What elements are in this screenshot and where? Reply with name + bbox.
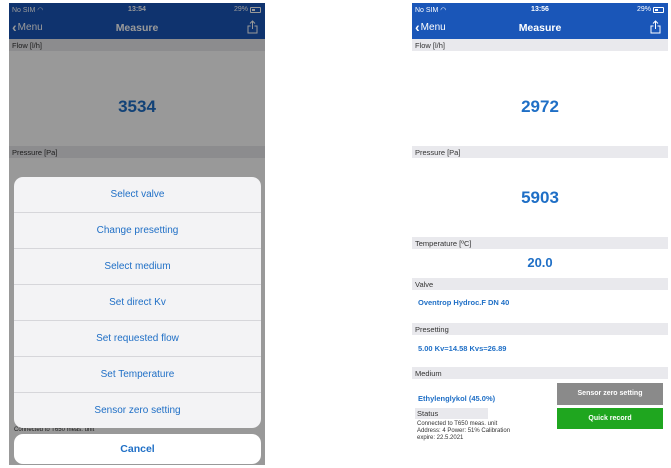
flow-label: Flow [l/h] xyxy=(412,39,668,51)
clock: 13:56 xyxy=(531,6,549,13)
phone-left: No SIM ◠ 13:54 29% ‹ Menu Measure Flow [l… xyxy=(9,3,265,465)
battery-icon xyxy=(653,6,664,13)
medium-value[interactable]: Ethylenglykol (45.0%) xyxy=(418,394,495,403)
sheet-change-presetting[interactable]: Change presetting xyxy=(14,213,261,249)
presetting-value[interactable]: 5.00 Kv=14.58 Kvs=26.89 xyxy=(418,344,506,353)
action-sheet: Select valve Change presetting Select me… xyxy=(14,177,261,428)
phone-right: No SIM ◠ 13:56 29% ‹ Menu Measure Flow [l… xyxy=(412,3,668,465)
pressure-label: Pressure [Pa] xyxy=(412,146,668,158)
sheet-select-valve[interactable]: Select valve xyxy=(14,177,261,213)
temperature-label: Temperature [ºC] xyxy=(412,237,668,249)
status-label: Status xyxy=(415,408,488,419)
sheet-set-direct-kv[interactable]: Set direct Kv xyxy=(14,285,261,321)
sheet-set-temperature[interactable]: Set Temperature xyxy=(14,357,261,393)
quick-record-button[interactable]: Quick record xyxy=(557,408,663,429)
nav-bar: ‹ Menu Measure xyxy=(412,17,668,39)
status-text: Connected to T650 meas. unit Address: 4 … xyxy=(417,421,511,441)
valve-value[interactable]: Oventrop Hydroc.F DN 40 xyxy=(418,298,509,307)
sensor-zero-setting-button[interactable]: Sensor zero setting xyxy=(557,383,663,405)
share-icon[interactable] xyxy=(650,20,661,34)
status-bar: No SIM ◠ 13:56 29% xyxy=(412,3,668,17)
sheet-sensor-zero-setting[interactable]: Sensor zero setting xyxy=(14,393,261,428)
sheet-set-requested-flow[interactable]: Set requested flow xyxy=(14,321,261,357)
presetting-label: Presetting xyxy=(412,323,668,335)
pressure-value: 5903 xyxy=(521,188,559,207)
valve-label: Valve xyxy=(412,278,668,290)
flow-value: 2972 xyxy=(521,97,559,116)
page-title: Measure xyxy=(518,22,562,34)
cancel-button[interactable]: Cancel xyxy=(14,434,261,464)
sheet-select-medium[interactable]: Select medium xyxy=(14,249,261,285)
medium-label: Medium xyxy=(412,367,668,379)
temperature-value: 20.0 xyxy=(527,255,553,270)
battery: 29% xyxy=(637,6,664,13)
